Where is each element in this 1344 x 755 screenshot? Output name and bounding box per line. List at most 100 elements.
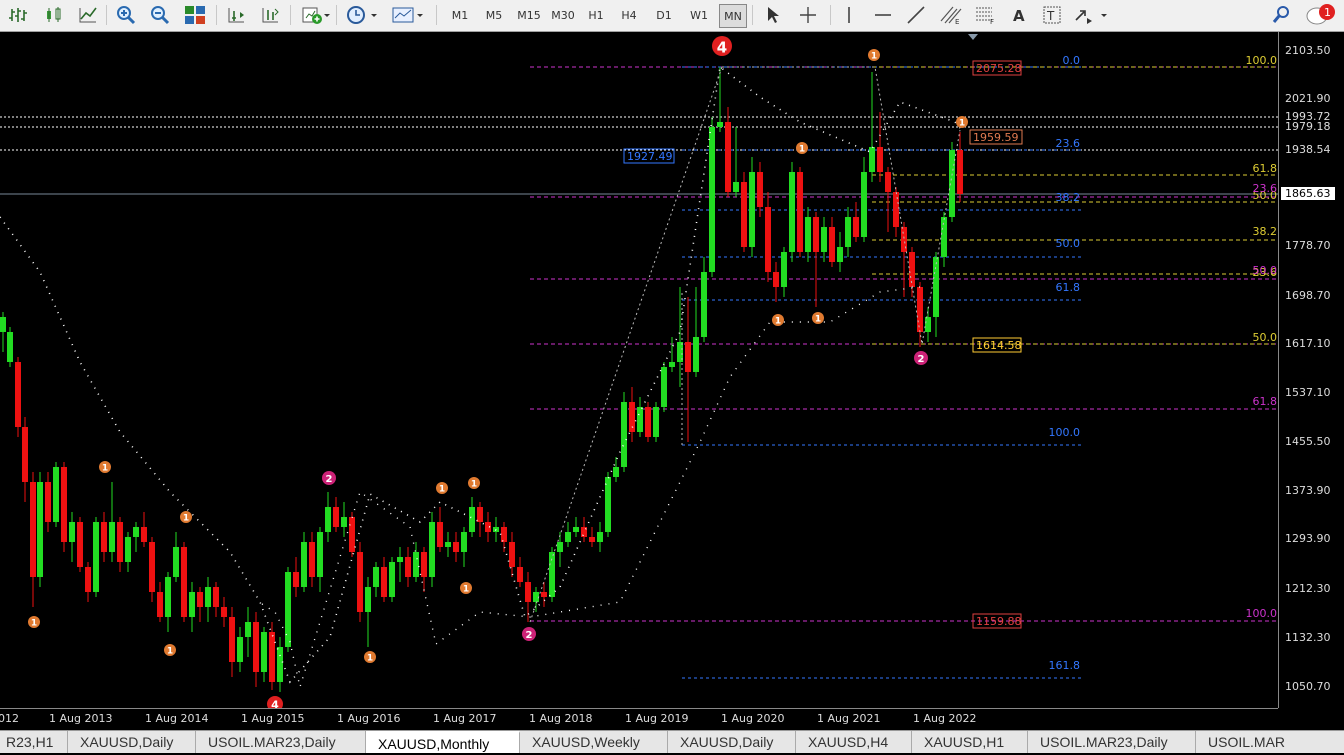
price-box-label: 1614.58 [976,339,1022,352]
candle-body [645,407,651,437]
candle-body [15,362,21,427]
candle-body [781,252,787,287]
candle-body [165,577,171,617]
candle-body [941,217,947,257]
time-axis-label: 1 Aug 2016 [337,712,401,725]
timeframe-h1-button[interactable]: H1 [584,4,608,26]
candle-body [109,522,115,552]
candle-body [589,537,595,542]
timeframe-w1-button[interactable]: W1 [687,4,711,26]
horizontal-line-icon[interactable] [872,4,894,26]
fib-label: 61.8 [1056,281,1081,294]
candle-body [125,537,131,562]
chart-shift-icon[interactable] [224,4,248,26]
candle-body [613,467,619,477]
time-axis-label: 1 Aug 2015 [241,712,305,725]
candle-body [0,317,6,332]
candle-body [37,482,43,577]
chart-tab[interactable]: USOIL.MAR [1196,731,1344,753]
candle-body [885,172,891,192]
candle-body [861,172,867,237]
candle-body [101,522,107,552]
chart-tab[interactable]: XAUUSD,H1 [912,731,1028,753]
chart-tab[interactable]: USOIL.MAR23,Daily [196,731,366,753]
candle-body [957,150,963,194]
chart-tab[interactable]: USOIL.MAR23,Daily [1028,731,1196,753]
candle-body [277,647,283,682]
timeframe-m5-button[interactable]: M5 [482,4,506,26]
candlestick-icon[interactable] [42,4,66,26]
time-axis-label: 1 Aug 2013 [49,712,113,725]
candle-body [869,147,875,172]
periodicity-clock-icon[interactable] [344,4,380,26]
search-icon[interactable] [1270,4,1294,26]
price-axis-label: 1698.70 [1285,289,1331,302]
candle-body [253,622,259,672]
chart-tab[interactable]: XAUUSD,Weekly [520,731,668,753]
trendline-icon[interactable] [905,4,927,26]
candle-body [805,217,811,252]
chart-tab[interactable]: R23,H1 [0,731,68,753]
timeframe-d1-button[interactable]: D1 [652,4,676,26]
indicators-icon[interactable] [298,4,332,26]
text-label-icon[interactable]: T [1040,4,1064,26]
candle-body [525,582,531,602]
tile-windows-icon[interactable] [182,4,208,26]
chart-tab[interactable]: XAUUSD,Daily [68,731,196,753]
candle-body [357,552,363,612]
candle-body [45,482,51,522]
bar-chart-icon[interactable] [6,4,30,26]
text-tool-icon[interactable]: A [1008,4,1030,26]
candle-body [725,122,731,192]
candle-body [773,272,779,287]
candlestick-chart[interactable]: 0.023.638.250.061.8100.0161.8100.061.850… [0,32,1278,708]
zoom-in-icon[interactable] [114,4,138,26]
vertical-line-icon[interactable] [838,4,860,26]
candle-body [53,467,59,522]
candle-body [189,592,195,617]
zoom-out-icon[interactable] [148,4,172,26]
templates-icon[interactable] [390,4,426,26]
timeframe-m30-button[interactable]: M30 [548,4,578,26]
fib-label: 23.6 [1253,182,1278,195]
candle-body [85,567,91,592]
candle-body [517,567,523,582]
fib-label: 100.0 [1049,426,1081,439]
timeframe-mn-button[interactable]: MN [719,4,747,28]
candle-body [637,407,643,432]
price-axis-label: 1865.63 [1281,187,1335,200]
timeframe-m15-button[interactable]: M15 [514,4,544,26]
crosshair-icon[interactable] [796,4,820,26]
timeframe-h4-button[interactable]: H4 [617,4,641,26]
candle-body [709,127,715,272]
line-chart-icon[interactable] [76,4,100,26]
price-axis-label: 1537.10 [1285,386,1331,399]
chart-tab[interactable]: XAUUSD,Monthly [366,731,520,753]
candle-body [413,552,419,577]
alerts-chat-icon[interactable]: 1 [1304,4,1338,26]
fib-label: 61.8 [1253,395,1278,408]
toolbar: M1 M5 M15 M30 H1 H4 D1 W1 MN E F A T 1 [0,0,1344,32]
candle-body [829,227,835,262]
price-axis-label: 1617.10 [1285,337,1331,350]
autoscroll-icon[interactable] [258,4,282,26]
chart-tab[interactable]: XAUUSD,Daily [668,731,796,753]
time-axis-label: 1 Aug 2022 [913,712,977,725]
equidistant-channel-icon[interactable]: E [938,4,964,26]
chart-tab[interactable]: XAUUSD,H4 [796,731,912,753]
candle-body [741,182,747,247]
wave-1-marker-text: 1 [799,145,805,155]
time-axis[interactable]: 012 1 Aug 2013 1 Aug 2014 1 Aug 2015 1 Aug 2… [0,708,1278,730]
cursor-arrow-icon[interactable] [762,4,784,26]
fib-label: 50.0 [1253,331,1278,344]
time-axis-label: 1 Aug 2021 [817,712,881,725]
time-axis-label: 012 [0,712,19,725]
timeframe-m1-button[interactable]: M1 [448,4,472,26]
arrows-menu-icon[interactable] [1072,4,1112,26]
candle-body [30,482,36,577]
fibonacci-icon[interactable]: F [972,4,998,26]
candle-body [501,527,507,542]
svg-text:E: E [955,18,959,25]
price-axis[interactable]: 2103.50 2021.90 1993.72 1979.18 1938.54 1865.… [1278,32,1344,708]
price-chart-area[interactable]: 0.0 23.6 38.2 50.0 61.8 100.0 161.8 100.0 61.8 50… [0,32,1278,708]
